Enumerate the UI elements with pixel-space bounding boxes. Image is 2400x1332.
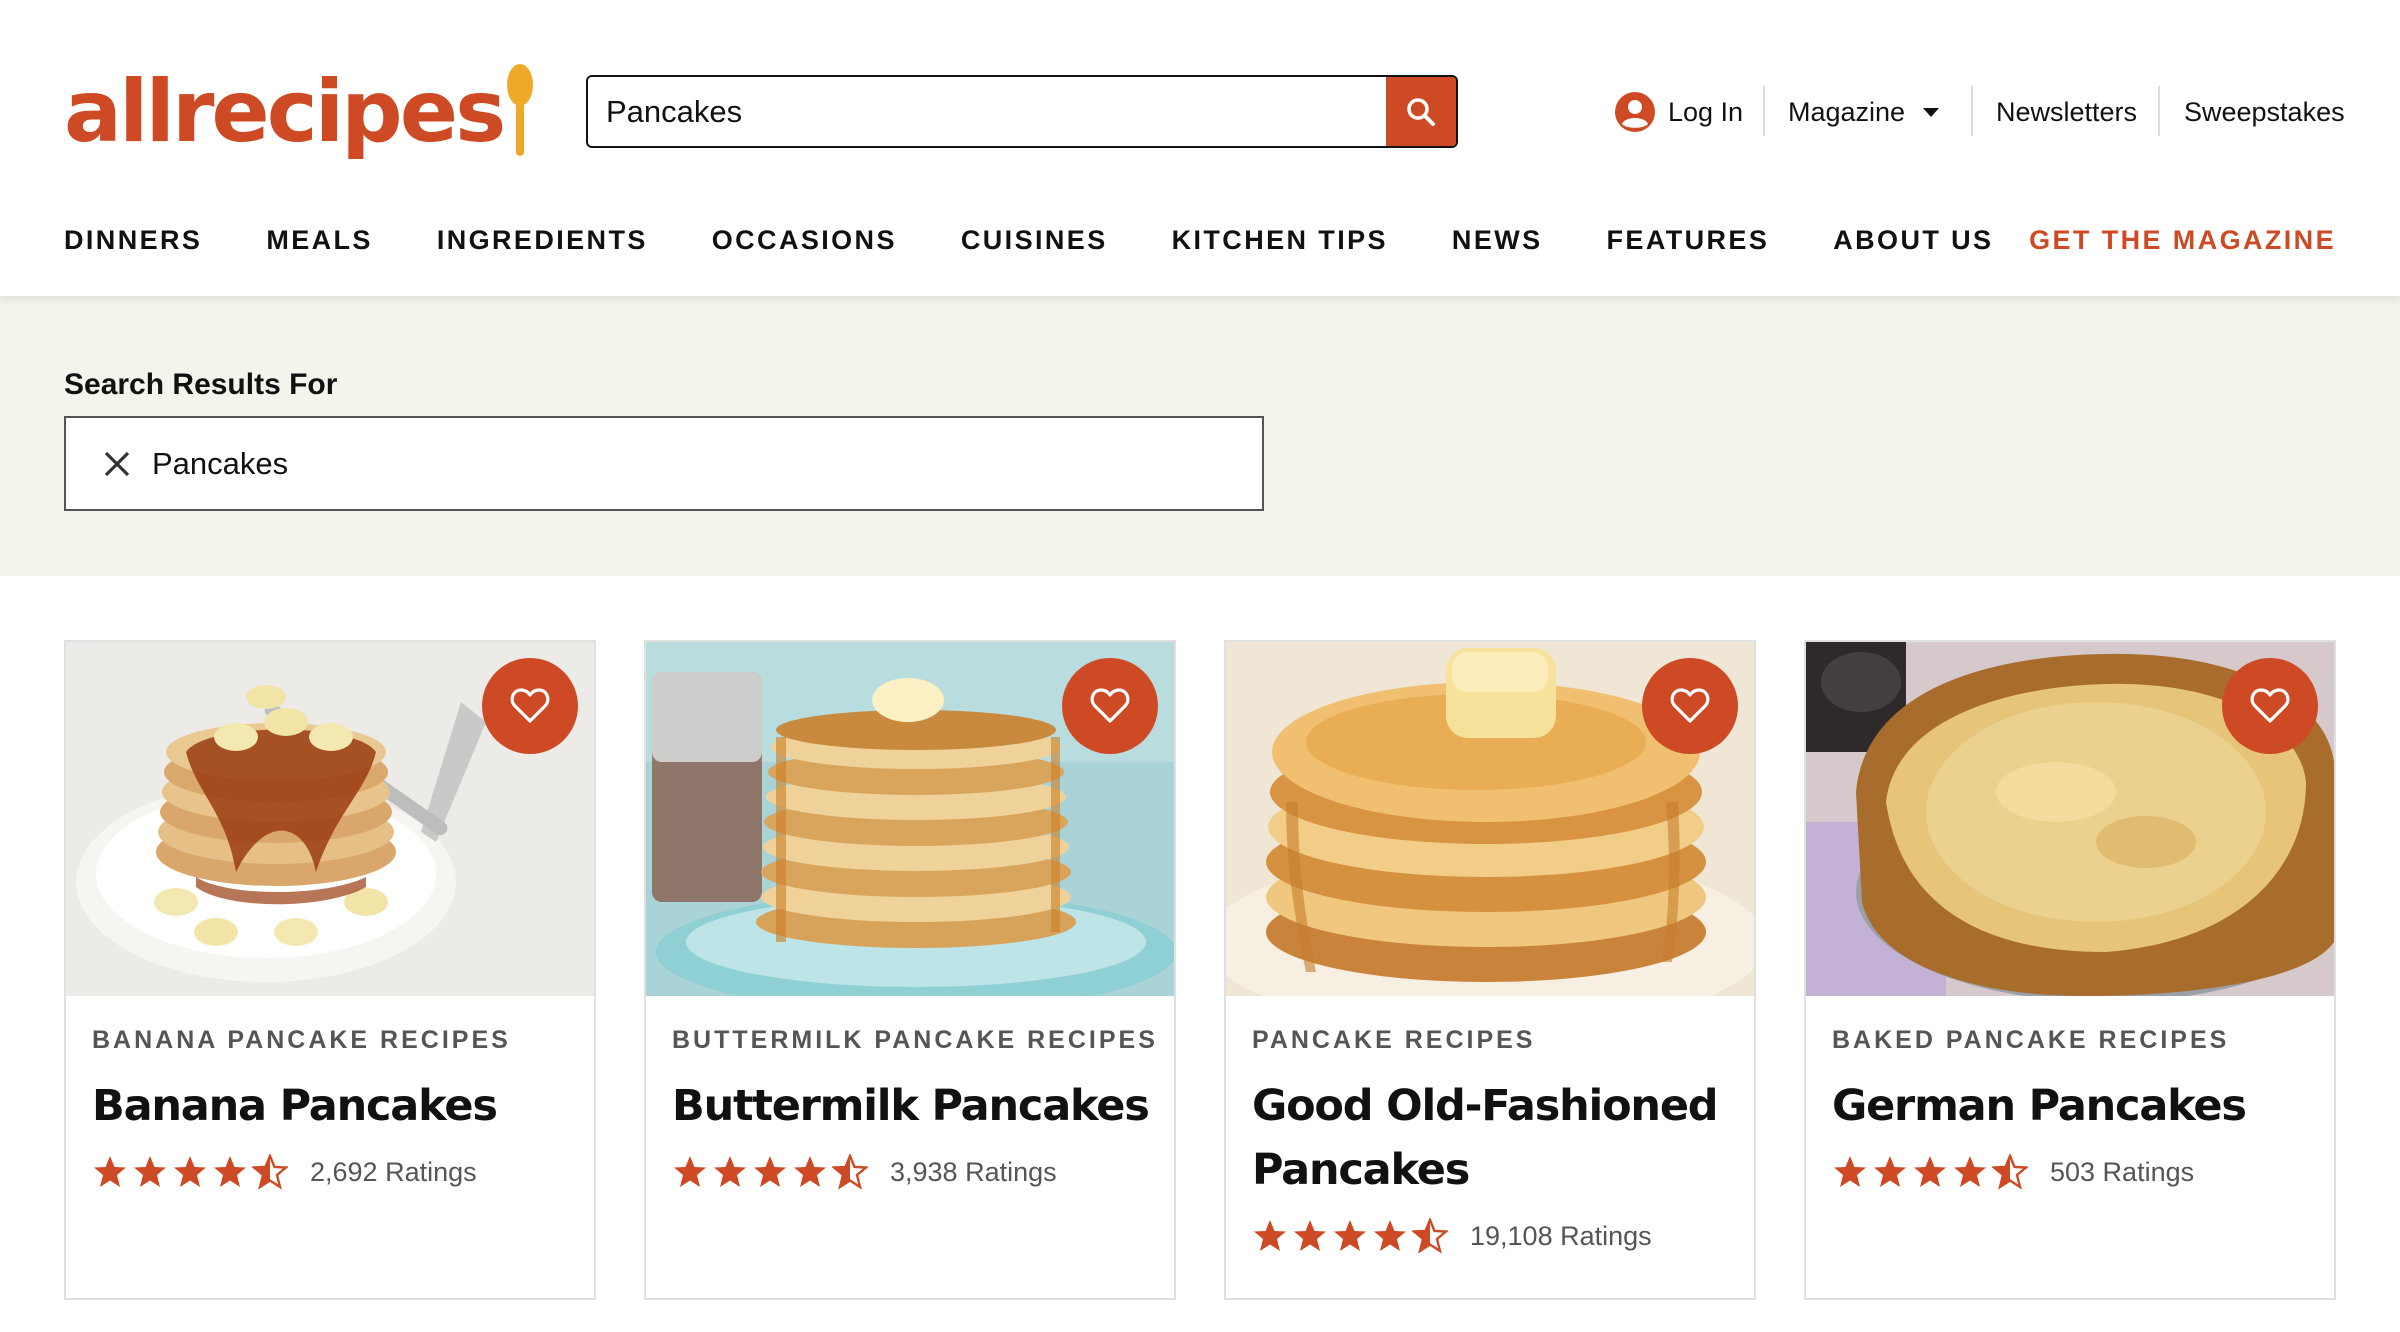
caret-down-icon	[1923, 107, 1940, 117]
recipe-title[interactable]: Banana Pancakes	[92, 1074, 572, 1138]
search-refine-box[interactable]: Pancakes	[64, 416, 1264, 511]
recipe-category: PANCAKE RECIPES	[1252, 1026, 1536, 1054]
ratings-count: 3,938 Ratings	[890, 1156, 1057, 1187]
star-rating	[1832, 1154, 2032, 1190]
german-pancakes-photo[interactable]	[1806, 642, 2334, 996]
divider	[1763, 86, 1765, 136]
nav-item-occasions[interactable]: OCCASIONS	[712, 225, 897, 256]
heart-icon	[1090, 688, 1130, 723]
star-icon	[1334, 1220, 1366, 1251]
recipe-card[interactable]: PANCAKE RECIPES Good Old-Fashioned Panca…	[1224, 640, 1756, 1300]
newsletters-label: Newsletters	[1996, 96, 2138, 127]
search-input[interactable]	[588, 77, 1386, 146]
recipe-rating: 3,938 Ratings	[672, 1154, 1057, 1190]
star-rating	[1252, 1218, 1452, 1254]
get-the-magazine-link[interactable]: GET THE MAGAZINE	[2029, 220, 2336, 260]
ratings-count: 2,692 Ratings	[310, 1156, 477, 1187]
user-icon	[1615, 92, 1655, 132]
nav-item-features[interactable]: FEATURES	[1607, 225, 1770, 256]
nav-item-ingredients[interactable]: INGREDIENTS	[437, 225, 648, 256]
ratings-count: 19,108 Ratings	[1470, 1220, 1652, 1251]
half-star-icon	[252, 1154, 288, 1190]
star-rating	[672, 1154, 872, 1190]
search-bar	[586, 75, 1458, 148]
nav-item-meals[interactable]: MEALS	[266, 225, 373, 256]
save-recipe-button[interactable]	[482, 658, 578, 754]
nav-item-kitchen-tips[interactable]: KITCHEN TIPS	[1172, 225, 1388, 256]
recipe-title[interactable]: Good Old-Fashioned Pancakes	[1252, 1074, 1732, 1202]
star-icon	[1834, 1156, 1866, 1187]
old-fashioned-pancakes-photo[interactable]	[1226, 642, 1754, 996]
sweepstakes-link[interactable]: Sweepstakes	[2184, 84, 2345, 140]
banana-pancakes-photo[interactable]	[66, 642, 594, 996]
close-icon[interactable]	[102, 449, 132, 479]
recipe-rating: 503 Ratings	[1832, 1154, 2194, 1190]
half-star-icon	[1412, 1218, 1448, 1254]
heart-icon	[510, 688, 550, 723]
recipe-title[interactable]: German Pancakes	[1832, 1074, 2312, 1138]
star-icon	[794, 1156, 826, 1187]
save-recipe-button[interactable]	[1642, 658, 1738, 754]
half-star-icon	[832, 1154, 868, 1190]
star-icon	[1874, 1156, 1906, 1187]
nav-item-about-us[interactable]: ABOUT US	[1833, 225, 1993, 256]
recipe-category: BAKED PANCAKE RECIPES	[1832, 1026, 2230, 1054]
recipe-category: BANANA PANCAKE RECIPES	[92, 1026, 511, 1054]
star-icon	[1294, 1220, 1326, 1251]
nav-item-news[interactable]: NEWS	[1452, 225, 1543, 256]
star-icon	[1374, 1220, 1406, 1251]
divider	[2158, 86, 2160, 136]
search-button[interactable]	[1386, 77, 1456, 146]
results-grid: BANANA PANCAKE RECIPES Banana Pancakes 2…	[64, 640, 2336, 1300]
ratings-count: 503 Ratings	[2050, 1156, 2195, 1187]
magazine-label: Magazine	[1788, 96, 1906, 127]
star-icon	[754, 1156, 786, 1187]
login-label: Log In	[1668, 96, 1744, 127]
newsletters-link[interactable]: Newsletters	[1996, 84, 2137, 140]
search-results-header: Search Results For Pancakes	[0, 296, 2400, 576]
heart-icon	[1670, 688, 1710, 723]
star-icon	[1954, 1156, 1986, 1187]
heart-icon	[2250, 688, 2290, 723]
star-icon	[94, 1156, 126, 1187]
login-link[interactable]: Log In	[1614, 84, 1743, 140]
main-nav: DINNERS MEALS INGREDIENTS OCCASIONS CUIS…	[64, 220, 2057, 260]
star-icon	[174, 1156, 206, 1187]
recipe-card[interactable]: BUTTERMILK PANCAKE RECIPES Buttermilk Pa…	[644, 640, 1176, 1300]
site-header: allrecipes Log In Magazine Newsletters S…	[0, 0, 2400, 296]
recipe-rating: 19,108 Ratings	[1252, 1218, 1652, 1254]
star-icon	[714, 1156, 746, 1187]
recipe-card[interactable]: BAKED PANCAKE RECIPES German Pancakes 50…	[1804, 640, 2336, 1300]
logo-wordmark: allrecipes	[64, 62, 506, 162]
star-icon	[674, 1156, 706, 1187]
star-icon	[214, 1156, 246, 1187]
spoon-icon	[505, 60, 535, 164]
recipe-rating: 2,692 Ratings	[92, 1154, 477, 1190]
search-results-heading: Search Results For	[64, 368, 338, 401]
nav-item-cuisines[interactable]: CUISINES	[961, 225, 1108, 256]
half-star-icon	[1992, 1154, 2028, 1190]
nav-item-dinners[interactable]: DINNERS	[64, 225, 202, 256]
magazine-menu[interactable]: Magazine	[1788, 84, 1940, 140]
star-icon	[134, 1156, 166, 1187]
recipe-title[interactable]: Buttermilk Pancakes	[672, 1074, 1152, 1138]
recipe-card[interactable]: BANANA PANCAKE RECIPES Banana Pancakes 2…	[64, 640, 596, 1300]
star-icon	[1914, 1156, 1946, 1187]
save-recipe-button[interactable]	[2222, 658, 2318, 754]
save-recipe-button[interactable]	[1062, 658, 1158, 754]
allrecipes-logo[interactable]: allrecipes	[64, 60, 535, 164]
star-icon	[1254, 1220, 1286, 1251]
recipe-category: BUTTERMILK PANCAKE RECIPES	[672, 1026, 1158, 1054]
buttermilk-pancakes-photo[interactable]	[646, 642, 1174, 996]
divider	[1971, 86, 1973, 136]
star-rating	[92, 1154, 292, 1190]
sweepstakes-label: Sweepstakes	[2184, 96, 2345, 127]
search-query-text: Pancakes	[152, 445, 289, 481]
search-icon	[1407, 97, 1435, 126]
